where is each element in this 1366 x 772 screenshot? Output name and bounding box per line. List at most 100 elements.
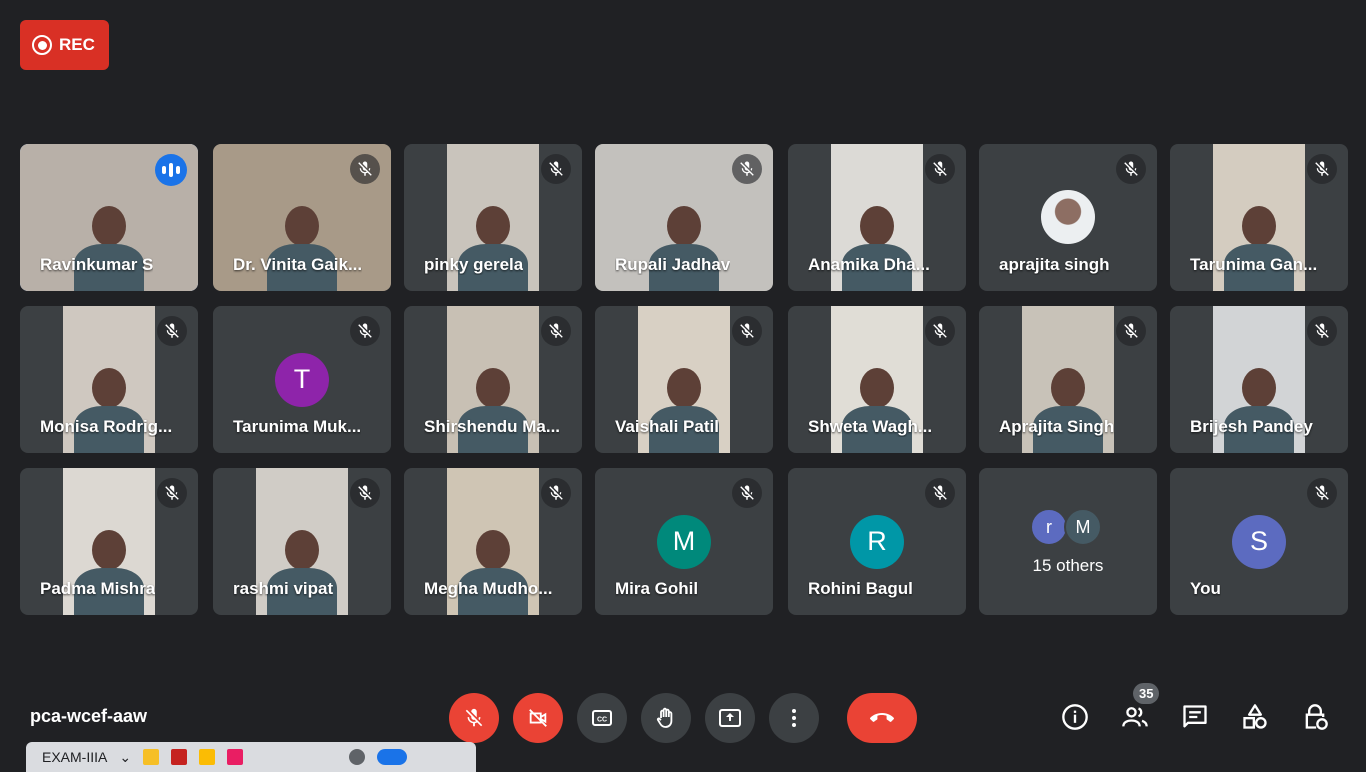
mic-off-icon xyxy=(157,316,187,346)
svg-text:CC: CC xyxy=(597,717,607,724)
mic-off-icon xyxy=(925,316,955,346)
participant-name: Rohini Bagul xyxy=(808,579,913,598)
person-head xyxy=(1051,368,1085,408)
person-head xyxy=(860,206,894,246)
mic-off-button[interactable] xyxy=(449,693,499,743)
participant-tile[interactable]: Monisa Rodrig... xyxy=(20,306,198,453)
record-icon xyxy=(32,35,52,55)
participant-name: Ravinkumar S xyxy=(40,255,154,274)
info-icon xyxy=(1062,704,1088,730)
mic-off-icon xyxy=(732,154,762,184)
participant-name: Shweta Wagh... xyxy=(808,417,933,436)
participant-name: Aprajita Singh xyxy=(999,417,1115,436)
person-head xyxy=(92,530,126,570)
person-head xyxy=(476,206,510,246)
participant-name: Tarunima Gan... xyxy=(1190,255,1318,274)
leave-call-button[interactable] xyxy=(847,693,917,743)
participant-tile[interactable]: Padma Mishra xyxy=(20,468,198,615)
participant-tile[interactable]: Rupali Jadhav xyxy=(595,144,773,291)
toggle-icon[interactable] xyxy=(377,749,408,765)
participant-tile[interactable]: Megha Mudho... xyxy=(404,468,582,615)
participant-tile[interactable]: aprajita singh xyxy=(979,144,1157,291)
participant-tile[interactable]: T Tarunima Muk... xyxy=(213,306,391,453)
participant-tile[interactable]: M Mira Gohil xyxy=(595,468,773,615)
mic-off-icon xyxy=(732,316,762,346)
participant-tile[interactable]: r M 15 others xyxy=(979,468,1157,615)
host-controls-button[interactable] xyxy=(1298,700,1332,734)
mic-off-icon xyxy=(465,708,483,727)
person-head xyxy=(860,368,894,408)
document-icon[interactable] xyxy=(199,749,216,765)
mic-off-icon xyxy=(350,316,380,346)
participant-count-badge: 35 xyxy=(1133,683,1160,704)
participant-name: Brijesh Pandey xyxy=(1190,417,1313,436)
chevron-down-icon: ⌄ xyxy=(119,748,132,765)
avatar: S xyxy=(1232,514,1286,569)
participant-tile[interactable]: Vaishali Patil xyxy=(595,306,773,453)
eraser-icon[interactable] xyxy=(227,749,244,765)
participant-name: Shirshendu Ma... xyxy=(424,417,561,436)
participant-name: aprajita singh xyxy=(999,255,1110,274)
mic-off-icon xyxy=(925,478,955,508)
mic-off-icon xyxy=(1307,154,1337,184)
side-panel-controls: 35 xyxy=(1058,683,1332,734)
participant-tile[interactable]: S You xyxy=(1170,468,1348,615)
person-head xyxy=(667,368,701,408)
mic-off-icon xyxy=(732,478,762,508)
more-options-button[interactable] xyxy=(769,693,819,743)
people-icon xyxy=(1122,707,1148,727)
participant-tile[interactable]: Shweta Wagh... xyxy=(788,306,966,453)
settings-icon[interactable] xyxy=(349,749,366,765)
mic-off-icon xyxy=(541,154,571,184)
edit-icon[interactable] xyxy=(143,749,160,765)
participant-tile[interactable]: Shirshendu Ma... xyxy=(404,306,582,453)
participant-name: Padma Mishra xyxy=(40,579,156,598)
delete-icon[interactable] xyxy=(171,749,188,765)
call-controls: CC xyxy=(449,693,917,743)
avatar: r xyxy=(1030,508,1068,546)
activities-icon xyxy=(1243,704,1267,729)
others-avatars: rM xyxy=(1030,508,1102,546)
participant-name: Rupali Jadhav xyxy=(615,255,731,274)
avatar: R xyxy=(850,514,904,569)
people-button[interactable]: 35 xyxy=(1118,683,1160,734)
mic-off-icon xyxy=(157,478,187,508)
mic-off-icon xyxy=(541,478,571,508)
avatar: T xyxy=(275,352,329,407)
participant-tile[interactable]: pinky gerela xyxy=(404,144,582,291)
camera-off-button[interactable] xyxy=(513,693,563,743)
taskbar-label[interactable]: EXAM-IIIA xyxy=(42,749,107,765)
camera-off-icon xyxy=(529,709,547,727)
avatar: M xyxy=(657,514,711,569)
captions-button[interactable]: CC xyxy=(577,693,627,743)
person-head xyxy=(285,206,319,246)
participant-tile[interactable]: Tarunima Gan... xyxy=(1170,144,1348,291)
speaking-indicator-icon xyxy=(155,154,187,186)
chat-icon xyxy=(1183,705,1207,728)
participant-tile[interactable]: R Rohini Bagul xyxy=(788,468,966,615)
raise-hand-button[interactable] xyxy=(641,693,691,743)
recording-indicator: REC xyxy=(20,20,109,70)
participant-tile[interactable]: Brijesh Pandey xyxy=(1170,306,1348,453)
participant-tile[interactable]: Ravinkumar S xyxy=(20,144,198,291)
participant-tile[interactable]: Anamika Dha... xyxy=(788,144,966,291)
activities-button[interactable] xyxy=(1238,700,1272,734)
person-head xyxy=(92,206,126,246)
participant-name: You xyxy=(1190,579,1221,598)
hand-icon xyxy=(656,707,673,728)
person-head xyxy=(667,206,701,246)
participant-tile[interactable]: Aprajita Singh xyxy=(979,306,1157,453)
hangup-icon xyxy=(870,713,894,722)
person-head xyxy=(476,368,510,408)
meeting-code: pca-wcef-aaw xyxy=(30,706,148,726)
present-button[interactable] xyxy=(705,693,755,743)
participant-tile[interactable]: Dr. Vinita Gaik... xyxy=(213,144,391,291)
mic-off-icon xyxy=(1307,478,1337,508)
meeting-details-button[interactable] xyxy=(1058,700,1092,734)
mic-off-icon xyxy=(1307,316,1337,346)
chat-button[interactable] xyxy=(1178,700,1212,734)
participant-name: Mira Gohil xyxy=(615,579,699,598)
person-head xyxy=(92,368,126,408)
participant-tile[interactable]: rashmi vipat xyxy=(213,468,391,615)
participant-name: pinky gerela xyxy=(424,255,524,274)
